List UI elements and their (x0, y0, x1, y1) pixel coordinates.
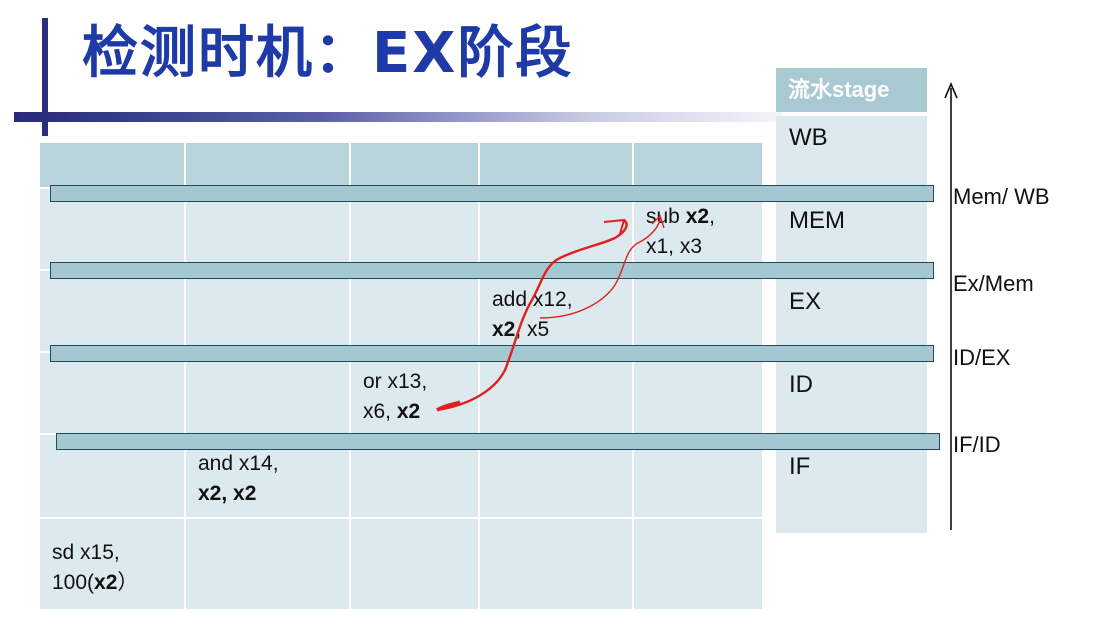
diagram-overlay (436, 81, 958, 530)
forward-arrow-or (436, 219, 628, 412)
time-axis-arrow (944, 81, 958, 530)
forward-arrow-or-head (603, 218, 626, 235)
forward-arrow-add (539, 217, 661, 319)
